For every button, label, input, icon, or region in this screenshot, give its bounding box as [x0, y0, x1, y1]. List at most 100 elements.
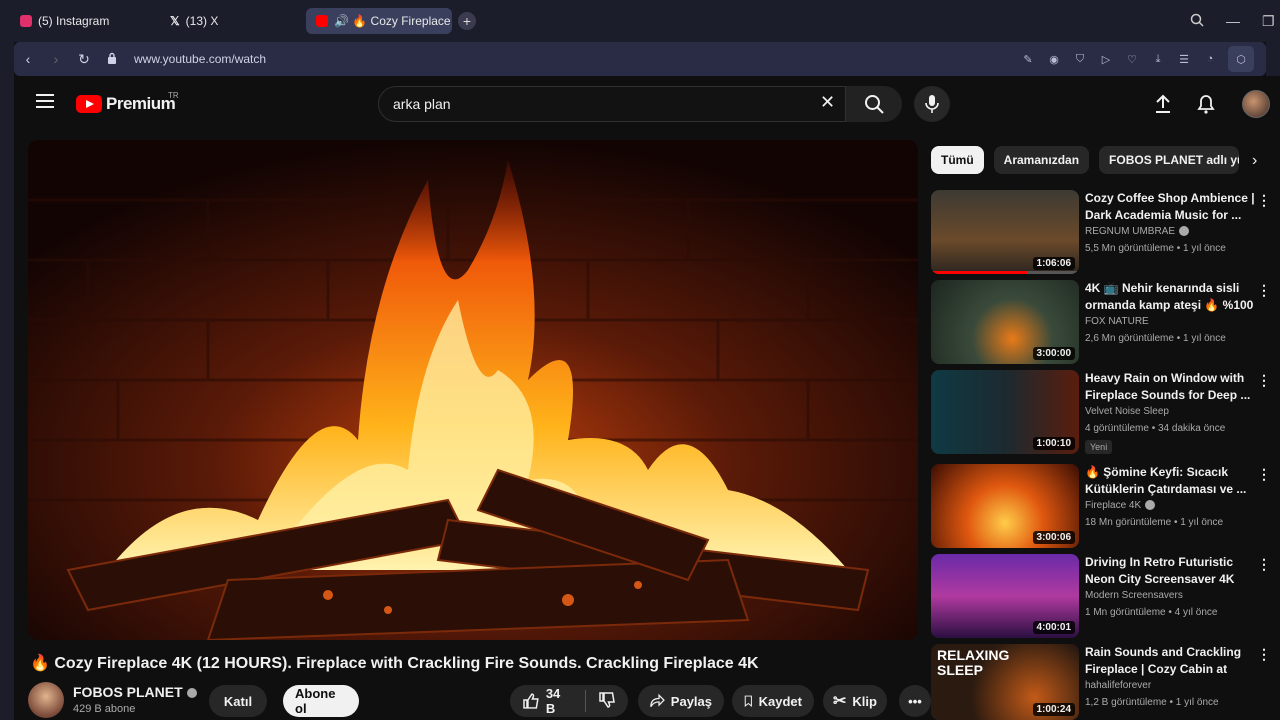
forward-icon[interactable]: › [42, 51, 70, 67]
related-title[interactable]: Rain Sounds and Crackling Fireplace | Co… [1085, 644, 1263, 680]
minimize-icon[interactable]: — [1226, 13, 1240, 29]
clip-label: Klip [852, 693, 877, 709]
channel-avatar[interactable] [28, 682, 64, 718]
lock-icon [98, 51, 126, 67]
verified-icon [186, 688, 197, 699]
chevron-right-icon[interactable]: › [1252, 152, 1257, 170]
more-vert-icon[interactable]: ⋮ [1257, 556, 1271, 573]
chip-channel-uploads[interactable]: FOBOS PLANET adlı yük [1099, 146, 1240, 174]
scissors-icon: ✂ [833, 693, 847, 710]
menu-lines-icon[interactable]: ☰ [1176, 51, 1192, 67]
more-vert-icon[interactable]: ⋮ [1257, 192, 1271, 209]
dislike-button[interactable] [598, 691, 616, 712]
watch-progress-bar [931, 271, 1079, 274]
related-video[interactable]: 4:00:01 Driving In Retro Futuristic Neon… [931, 554, 1271, 638]
like-count: 34 B [545, 686, 561, 716]
search-button[interactable] [846, 86, 902, 122]
new-tab-button[interactable]: + [458, 12, 476, 30]
tab-youtube[interactable]: 🔊 🔥 Cozy Fireplace 4K ( [306, 8, 452, 34]
upload-icon[interactable] [1151, 92, 1175, 116]
tab-label: (13) X [185, 14, 219, 28]
save-button[interactable]: Kaydet [732, 685, 814, 717]
send-icon[interactable]: ▷ [1098, 51, 1114, 67]
share-label: Paylaş [670, 693, 712, 709]
related-channel[interactable]: FOX NATURE [1085, 316, 1149, 327]
related-video[interactable]: 1:06:06 Cozy Coffee Shop Ambience | Dark… [931, 190, 1271, 274]
video-thumbnail[interactable]: 1:06:06 [931, 190, 1079, 274]
related-video[interactable]: RELAXING SLEEP 1:00:24 Rain Sounds and C… [931, 644, 1271, 720]
like-dislike-group: 34 B [510, 685, 628, 717]
related-video[interactable]: 3:00:06 🔥 Şömine Keyfi: Sıcacık Kütükler… [931, 464, 1271, 548]
chip-from-search[interactable]: Aramanızdan [993, 146, 1090, 174]
related-video[interactable]: 3:00:00 4K 📺 Nehir kenarında sisli orman… [931, 280, 1271, 364]
more-vert-icon[interactable]: ⋮ [1257, 372, 1271, 389]
camera-icon[interactable]: ◉ [1046, 51, 1062, 67]
shield-icon[interactable]: ⛉ [1072, 51, 1088, 67]
related-video[interactable]: 1:00:10 Heavy Rain on Window with Firepl… [931, 370, 1271, 454]
chip-all[interactable]: Tümü [931, 146, 984, 174]
youtube-play-icon [76, 95, 102, 113]
browser-sidebar-right [1266, 42, 1280, 76]
search-tabs-icon[interactable] [1190, 13, 1204, 30]
verified-icon [1145, 500, 1156, 511]
tab-instagram[interactable]: (5) Instagram [10, 8, 160, 34]
back-icon[interactable]: ‹ [14, 51, 42, 67]
related-channel[interactable]: Fireplace 4K [1085, 500, 1156, 511]
related-title[interactable]: 🔥 Şömine Keyfi: Sıcacık Kütüklerin Çatır… [1085, 464, 1263, 498]
verified-icon [1179, 226, 1190, 237]
video-thumbnail[interactable]: 3:00:00 [931, 280, 1079, 364]
more-actions-button[interactable]: ••• [899, 685, 931, 717]
youtube-logo[interactable]: Premium TR [76, 91, 179, 114]
related-channel[interactable]: hahalifeforever [1085, 680, 1151, 691]
new-badge: Yeni [1085, 440, 1113, 454]
account-avatar[interactable] [1242, 90, 1270, 118]
video-thumbnail[interactable]: 4:00:01 [931, 554, 1079, 638]
share-button[interactable]: Paylaş [638, 685, 724, 717]
duration-badge: 3:00:06 [1032, 531, 1075, 544]
more-vert-icon[interactable]: ⋮ [1257, 282, 1271, 299]
search-input[interactable]: arka plan [378, 86, 846, 122]
related-channel-text: REGNUM UMBRAE [1085, 226, 1176, 237]
related-title[interactable]: Cozy Coffee Shop Ambience | Dark Academi… [1085, 190, 1263, 224]
video-thumbnail[interactable]: 1:00:10 [931, 370, 1079, 454]
related-title[interactable]: Heavy Rain on Window with Fireplace Soun… [1085, 370, 1263, 404]
channel-name[interactable]: FOBOS PLANET [73, 684, 197, 700]
subscribe-button[interactable]: Abone ol [283, 685, 359, 717]
edit-icon[interactable]: ✎ [1020, 51, 1036, 67]
tab-label: (5) Instagram [38, 14, 110, 28]
related-channel[interactable]: Velvet Noise Sleep [1085, 406, 1169, 417]
video-thumbnail[interactable]: RELAXING SLEEP 1:00:24 [931, 644, 1079, 720]
like-button[interactable]: 34 B [522, 686, 573, 716]
more-vert-icon[interactable]: ⋮ [1257, 646, 1271, 663]
more-icon: ••• [908, 693, 922, 709]
maximize-icon[interactable]: ❐ [1262, 13, 1275, 30]
thumbnail-caption: RELAXING SLEEP [937, 647, 1010, 678]
duration-badge: 1:06:06 [1032, 257, 1075, 270]
join-button[interactable]: Katıl [209, 685, 267, 717]
reload-icon[interactable]: ↻ [70, 51, 98, 68]
tab-x[interactable]: 𝕏 (13) X [160, 8, 306, 34]
url-field[interactable]: www.youtube.com/watch [134, 52, 266, 66]
menu-icon[interactable] [36, 94, 54, 108]
duration-badge: 4:00:01 [1032, 621, 1075, 634]
heart-icon[interactable]: ♡ [1124, 51, 1140, 67]
extension-icons: ✎ ◉ ⛉ ▷ ♡ ⤓ ☰ ◔ ⬡ [1020, 42, 1254, 76]
related-title[interactable]: 4K 📺 Nehir kenarında sisli ormanda kamp … [1085, 280, 1263, 316]
voice-search-button[interactable] [914, 86, 950, 122]
download-icon[interactable]: ⤓ [1150, 51, 1166, 67]
related-channel[interactable]: REGNUM UMBRAE [1085, 226, 1190, 237]
channel-name-text: FOBOS PLANET [73, 684, 183, 700]
related-meta: 4 görüntüleme • 34 dakika önce [1085, 423, 1226, 434]
x-icon: 𝕏 [170, 14, 180, 28]
related-channel[interactable]: Modern Screensavers [1085, 590, 1183, 601]
notifications-icon[interactable] [1194, 92, 1218, 116]
more-vert-icon[interactable]: ⋮ [1257, 466, 1271, 483]
bookmark-icon [744, 695, 752, 707]
profile-icon[interactable]: ◔ [1202, 51, 1218, 67]
clear-search-icon[interactable]: ✕ [820, 92, 835, 113]
related-title[interactable]: Driving In Retro Futuristic Neon City Sc… [1085, 554, 1263, 588]
cube-icon[interactable]: ⬡ [1228, 46, 1254, 72]
video-player[interactable] [28, 140, 918, 640]
video-thumbnail[interactable]: 3:00:06 [931, 464, 1079, 548]
clip-button[interactable]: ✂ Klip [823, 685, 887, 717]
